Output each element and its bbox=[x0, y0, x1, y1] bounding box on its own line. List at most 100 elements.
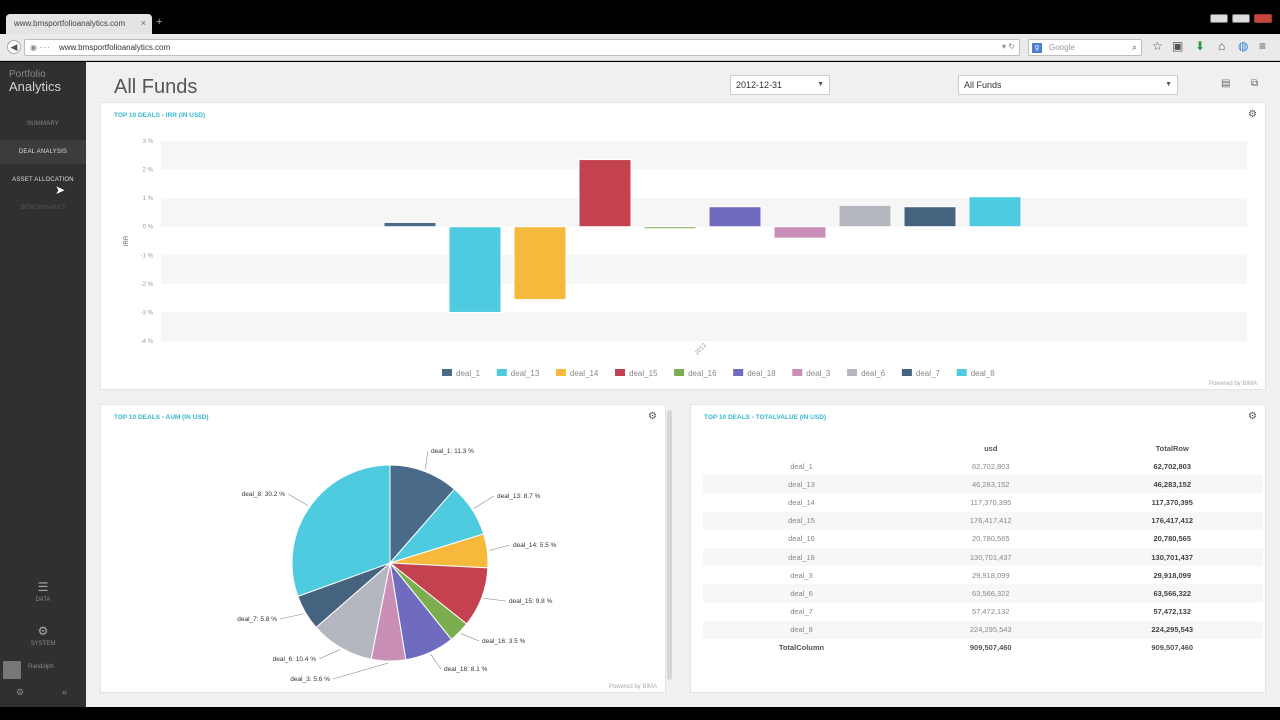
slice-connector bbox=[332, 662, 389, 680]
table-cell: deal_1 bbox=[790, 461, 813, 471]
y-tick-label: 0 % bbox=[143, 225, 154, 231]
legend-swatch bbox=[792, 369, 803, 376]
table-cell: 909,507,460 bbox=[1151, 643, 1194, 653]
skype-icon[interactable]: ◍ bbox=[1238, 39, 1248, 53]
legend-label-deal_18: deal_18 bbox=[747, 369, 776, 378]
table-cell: 176,417,412 bbox=[899, 511, 1082, 530]
slice-connector bbox=[430, 654, 442, 670]
sidebar-item-asset-allocation[interactable]: ASSET ALLOCATION bbox=[0, 168, 86, 192]
data-icon: ☰ bbox=[37, 580, 49, 594]
table-cell: 224,295,543 bbox=[899, 620, 1082, 639]
browser-tab[interactable]: www.bmsportfolioanalytics.com × bbox=[6, 14, 152, 34]
legend-swatch bbox=[901, 369, 912, 376]
table-cell: deal_18 bbox=[703, 547, 900, 567]
slice-label-deal_3: deal_3: 5.6 % bbox=[290, 676, 330, 683]
sidebar-item-data[interactable]: ☰ DATA bbox=[0, 580, 86, 603]
close-window-button[interactable] bbox=[1254, 14, 1272, 23]
table-cell: deal_16 bbox=[788, 534, 815, 544]
table-cell: 224,295,543 bbox=[1081, 620, 1263, 639]
legend-label-deal_1: deal_1 bbox=[456, 369, 481, 378]
date-select[interactable]: 2012-12-31 ▼ bbox=[730, 75, 830, 95]
y-tick-label: -3 % bbox=[141, 310, 154, 316]
table-cell: 117,370,395 bbox=[970, 497, 1012, 507]
clipboard-icon[interactable]: ▣ bbox=[1172, 39, 1183, 53]
settings-icon[interactable]: ⚙ bbox=[16, 687, 24, 698]
search-engine-icon[interactable]: g bbox=[1032, 43, 1042, 53]
search-input[interactable]: g Google ⌕ bbox=[1028, 39, 1142, 56]
y-tick-label: -2 % bbox=[141, 282, 154, 288]
sidebar-item-system[interactable]: ⚙ SYSTEM bbox=[0, 624, 86, 647]
legend-label-deal_6: deal_6 bbox=[861, 369, 886, 378]
grid-band bbox=[161, 255, 1247, 284]
table-cell: deal_8 bbox=[703, 620, 900, 639]
table-cell: 29,918,099 bbox=[971, 570, 1010, 580]
grid-band bbox=[161, 141, 1247, 170]
table-row: deal_1 62,702,803 62,702,803 bbox=[703, 457, 1263, 475]
slice-connector bbox=[489, 544, 511, 551]
legend-label-deal_16: deal_16 bbox=[688, 369, 717, 378]
irr-panel: TOP 10 DEALS - IRR (IN USD) ⚙ 3 % 2 % 1 % 0… bbox=[100, 102, 1266, 390]
reload-icon[interactable]: ▾ ↻ bbox=[1002, 42, 1015, 51]
legend-swatch bbox=[442, 369, 452, 376]
totalvalue-table: usd TotalRow deal_1 62,702,803 62,702,803 de… bbox=[703, 439, 1263, 657]
table-cell: 57,472,132 bbox=[971, 607, 1010, 617]
legend-swatch bbox=[733, 369, 744, 376]
irr-bar-chart: 3 % 2 % 1 % 0 % -1 % -2 % -3 % -4 % IRR 2012 deal_… bbox=[124, 139, 1247, 378]
legend-label-deal_13: deal_13 bbox=[511, 369, 540, 378]
sidebar: Portfolio Analytics SUMMARY DEAL ANALYSI… bbox=[0, 62, 86, 707]
tab-close-icon[interactable]: × bbox=[141, 18, 146, 28]
legend-swatch bbox=[615, 369, 625, 376]
search-icon[interactable]: ⌕ bbox=[1132, 42, 1137, 53]
table-row: deal_14 117,370,395 117,370,395 bbox=[703, 493, 1263, 511]
back-icon[interactable]: ◀ bbox=[7, 40, 21, 54]
slice-label-deal_1: deal_1: 11.3 % bbox=[431, 448, 474, 455]
home-icon[interactable]: ⌂ bbox=[1218, 39, 1225, 53]
slice-connector bbox=[424, 450, 429, 470]
fund-select[interactable]: All Funds ▼ bbox=[958, 75, 1178, 95]
mouse-cursor-icon: ➤ bbox=[55, 183, 66, 197]
bar-deal_3 bbox=[773, 226, 827, 239]
legend-label-deal_8: deal_8 bbox=[971, 369, 996, 378]
export-icon[interactable]: ⧉ bbox=[1251, 78, 1258, 89]
table-row: deal_15 176,417,412 176,417,412 bbox=[703, 511, 1263, 530]
legend-swatch bbox=[847, 369, 858, 376]
chevron-down-icon: ▼ bbox=[817, 81, 824, 88]
grid-band bbox=[161, 312, 1247, 341]
browser-tab-bar: www.bmsportfolioanalytics.com × + bbox=[0, 0, 1280, 34]
search-placeholder: Google bbox=[1049, 43, 1075, 52]
maximize-button[interactable] bbox=[1232, 14, 1250, 23]
minimize-button[interactable] bbox=[1210, 14, 1228, 23]
legend-label-deal_14: deal_14 bbox=[570, 369, 599, 378]
new-tab-button[interactable]: + bbox=[156, 16, 162, 28]
gear-icon[interactable]: ⚙ bbox=[1248, 411, 1257, 422]
table-cell: deal_7 bbox=[790, 607, 813, 617]
sidebar-item-deal-analysis[interactable]: DEAL ANALYSIS bbox=[0, 140, 86, 164]
legend-swatch bbox=[496, 369, 507, 376]
panel-scrollbar[interactable] bbox=[667, 410, 672, 680]
bar-deal_16 bbox=[643, 226, 697, 230]
sidebar-item-summary[interactable]: SUMMARY bbox=[0, 112, 86, 136]
table-row: deal_13 46,283,152 46,283,152 bbox=[703, 475, 1263, 494]
slice-connector bbox=[318, 649, 341, 660]
slice-connector bbox=[473, 495, 495, 509]
bar-deal_13 bbox=[448, 226, 502, 313]
bar-deal_6 bbox=[838, 204, 892, 228]
sidebar-item-benchmarks[interactable]: BENCHMARKS bbox=[0, 196, 86, 220]
bar-deal_18 bbox=[708, 206, 762, 228]
table-cell: deal_14 bbox=[788, 497, 815, 507]
menu-icon[interactable]: ≡ bbox=[1259, 39, 1266, 53]
download-icon[interactable]: ⬇ bbox=[1195, 39, 1205, 53]
y-axis-label: IRR bbox=[124, 235, 130, 246]
grid-band bbox=[161, 198, 1247, 227]
legend-label-deal_3: deal_3 bbox=[806, 369, 831, 378]
tab-title: www.bmsportfolioanalytics.com bbox=[14, 19, 126, 28]
bookmark-star-icon[interactable]: ☆ bbox=[1152, 39, 1163, 53]
url-bar[interactable]: ◉ ···· www.bmsportfolioanalytics.com ▾ ↻ bbox=[24, 39, 1020, 56]
print-icon[interactable]: ▤ bbox=[1221, 78, 1230, 89]
legend-label-deal_15: deal_15 bbox=[629, 369, 658, 378]
slice-label-deal_16: deal_16: 3.5 % bbox=[482, 638, 526, 645]
table-cell: 63,566,322 bbox=[1081, 584, 1263, 603]
collapse-icon[interactable]: « bbox=[62, 687, 67, 697]
avatar[interactable] bbox=[3, 661, 21, 679]
table-cell: deal_6 bbox=[703, 584, 900, 603]
